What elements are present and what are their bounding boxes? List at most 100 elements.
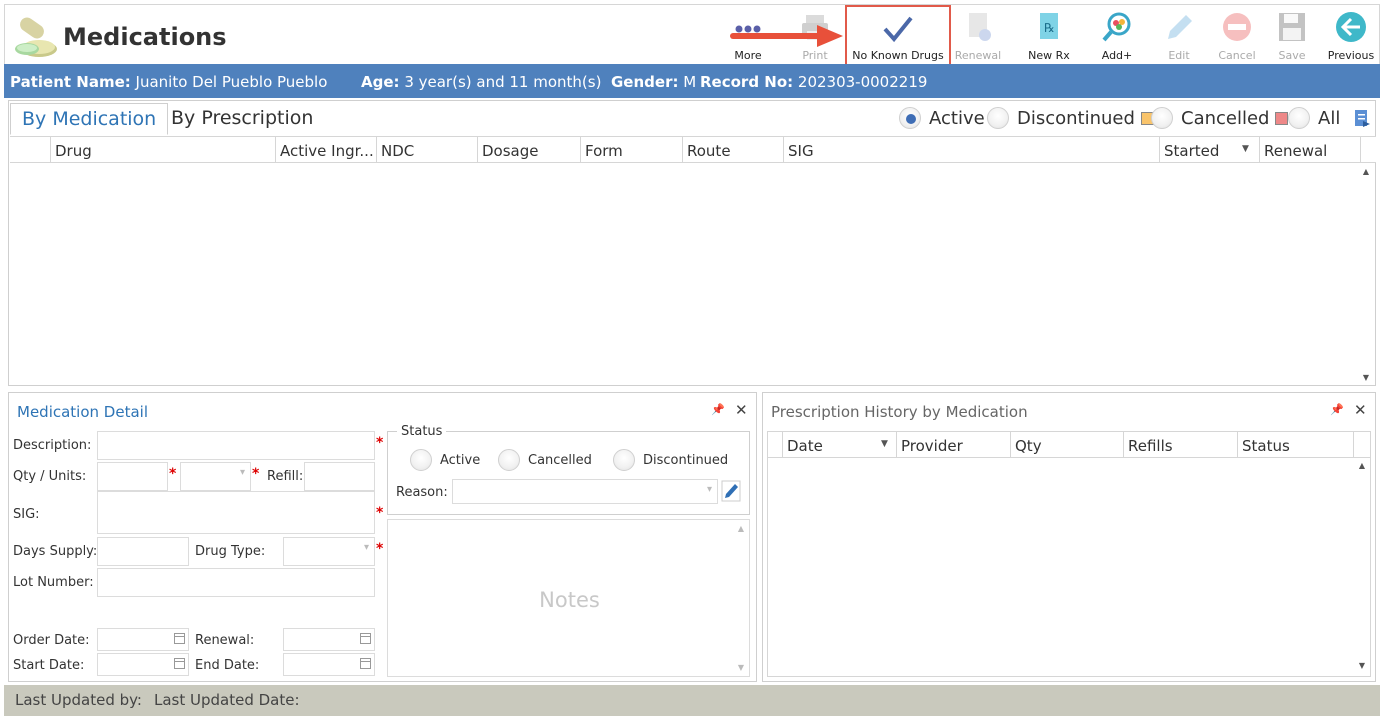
- cancel-button[interactable]: Cancel: [1211, 9, 1263, 65]
- edit-button[interactable]: Edit: [1155, 9, 1203, 65]
- column-qty[interactable]: Qty: [1010, 432, 1123, 457]
- end-date-input[interactable]: [283, 653, 375, 676]
- new-rx-label: New Rx: [1028, 49, 1070, 62]
- status-cancelled-radio[interactable]: Cancelled: [498, 449, 592, 471]
- notes-textarea[interactable]: Notes ▲ ▼: [387, 519, 750, 677]
- radio-icon: [1288, 107, 1310, 129]
- close-icon[interactable]: ✕: [1354, 401, 1367, 419]
- pin-icon[interactable]: 📌: [1330, 403, 1344, 416]
- column-renewal[interactable]: Renewal: [1259, 137, 1360, 162]
- radio-icon: [498, 449, 520, 471]
- calendar-icon[interactable]: [174, 633, 185, 644]
- scroll-up-icon[interactable]: ▲: [734, 522, 748, 536]
- column-provider[interactable]: Provider: [896, 432, 1010, 457]
- column-dosage[interactable]: Dosage: [477, 137, 580, 162]
- required-marker: *: [376, 541, 384, 557]
- start-date-label: Start Date:: [13, 658, 85, 673]
- medications-grid-panel: By Medication By Prescription Active Dis…: [8, 100, 1376, 386]
- checkmark-icon: [883, 16, 913, 43]
- add-plus-label: Add+: [1101, 49, 1133, 62]
- sig-label: SIG:: [13, 507, 40, 522]
- days-supply-label: Days Supply:: [13, 544, 98, 559]
- calendar-icon[interactable]: [360, 633, 371, 644]
- scroll-down-icon[interactable]: ▼: [1355, 659, 1369, 673]
- column-date[interactable]: Date: [782, 432, 896, 457]
- order-date-label: Order Date:: [13, 633, 90, 648]
- close-icon[interactable]: ✕: [735, 401, 748, 419]
- refill-label: Refill:: [267, 469, 304, 484]
- required-marker: *: [376, 435, 384, 451]
- radio-icon: [613, 449, 635, 471]
- column-sig[interactable]: SIG: [783, 137, 1159, 162]
- no-known-drugs-button[interactable]: No Known Drugs: [845, 5, 951, 69]
- scroll-down-icon[interactable]: ▼: [734, 661, 748, 675]
- description-input[interactable]: [97, 431, 375, 460]
- pin-icon[interactable]: 📌: [711, 403, 725, 416]
- column-refills[interactable]: Refills: [1123, 432, 1237, 457]
- pills-app-icon: [15, 17, 57, 57]
- patient-gender-label: Gender:: [611, 73, 679, 91]
- tab-by-prescription[interactable]: By Prescription: [160, 103, 324, 135]
- status-cancelled-label: Cancelled: [528, 452, 592, 468]
- scroll-down-icon[interactable]: ▼: [1359, 371, 1373, 385]
- column-active-ingredient[interactable]: Active Ingr...: [275, 137, 376, 162]
- lot-number-label: Lot Number:: [13, 575, 94, 590]
- export-document-icon[interactable]: [1353, 109, 1371, 129]
- scroll-up-icon[interactable]: ▲: [1355, 459, 1369, 473]
- patient-name: Patient Name: Juanito Del Pueblo Pueblo: [10, 73, 327, 91]
- radio-icon: [410, 449, 432, 471]
- renewal-date-input[interactable]: [283, 628, 375, 651]
- days-supply-input[interactable]: [97, 537, 189, 566]
- last-updated-by-label: Last Updated by:: [15, 691, 142, 709]
- status-legend: Status: [397, 424, 447, 439]
- sig-input[interactable]: [97, 491, 375, 534]
- tab-by-medication[interactable]: By Medication: [10, 103, 169, 135]
- status-active-radio[interactable]: Active: [410, 449, 480, 471]
- status-discontinued-label: Discontinued: [643, 452, 729, 468]
- filter-discontinued-radio[interactable]: Discontinued: [987, 107, 1154, 129]
- last-updated-date-label: Last Updated Date:: [154, 691, 300, 709]
- required-marker: *: [376, 505, 384, 521]
- notes-placeholder: Notes: [539, 588, 600, 612]
- drug-type-select[interactable]: [283, 537, 375, 566]
- prescription-history-title: Prescription History by Medication: [771, 403, 1028, 421]
- patient-record-label: Record No:: [700, 73, 794, 91]
- previous-label: Previous: [1327, 49, 1375, 62]
- order-date-input[interactable]: [97, 628, 189, 651]
- units-select[interactable]: [180, 462, 251, 491]
- filter-cancelled-radio[interactable]: Cancelled: [1151, 107, 1289, 129]
- reason-select[interactable]: [452, 479, 718, 504]
- filter-active-radio[interactable]: Active: [899, 107, 985, 129]
- page-title: Medications: [63, 23, 227, 51]
- column-route[interactable]: Route: [682, 137, 783, 162]
- more-label: More: [734, 49, 762, 62]
- column-status[interactable]: Status: [1237, 432, 1353, 457]
- renewal-button[interactable]: Renewal: [953, 9, 1003, 65]
- radio-icon: [1151, 107, 1173, 129]
- previous-button[interactable]: Previous: [1323, 9, 1379, 65]
- new-rx-button[interactable]: ℞ New Rx: [1022, 9, 1076, 65]
- column-drug[interactable]: Drug: [50, 137, 275, 162]
- column-ndc[interactable]: NDC: [376, 137, 477, 162]
- status-discontinued-radio[interactable]: Discontinued: [613, 449, 728, 471]
- add-plus-button[interactable]: Add+: [1090, 9, 1144, 65]
- qty-input[interactable]: [97, 462, 168, 491]
- calendar-icon[interactable]: [360, 658, 371, 669]
- start-date-input[interactable]: [97, 653, 189, 676]
- sort-descending-icon: ▼: [881, 439, 888, 449]
- renewal-label: Renewal: [954, 49, 1002, 62]
- filter-all-label: All: [1318, 107, 1341, 129]
- save-button[interactable]: Save: [1267, 9, 1317, 65]
- column-form[interactable]: Form: [580, 137, 682, 162]
- lot-number-input[interactable]: [97, 568, 375, 597]
- no-known-drugs-label: No Known Drugs: [852, 49, 944, 62]
- filter-active-label: Active: [929, 107, 985, 129]
- scroll-up-icon[interactable]: ▲: [1359, 165, 1373, 179]
- filter-all-radio[interactable]: All: [1288, 107, 1340, 129]
- app-header: Medications More Print No Known Drugs Re…: [4, 4, 1380, 69]
- calendar-icon[interactable]: [174, 658, 185, 669]
- qty-units-label: Qty / Units:: [13, 469, 87, 484]
- refill-input[interactable]: [304, 462, 375, 491]
- edit-reason-icon[interactable]: [721, 480, 741, 502]
- patient-age-value: 3 year(s) and 11 month(s): [404, 73, 602, 91]
